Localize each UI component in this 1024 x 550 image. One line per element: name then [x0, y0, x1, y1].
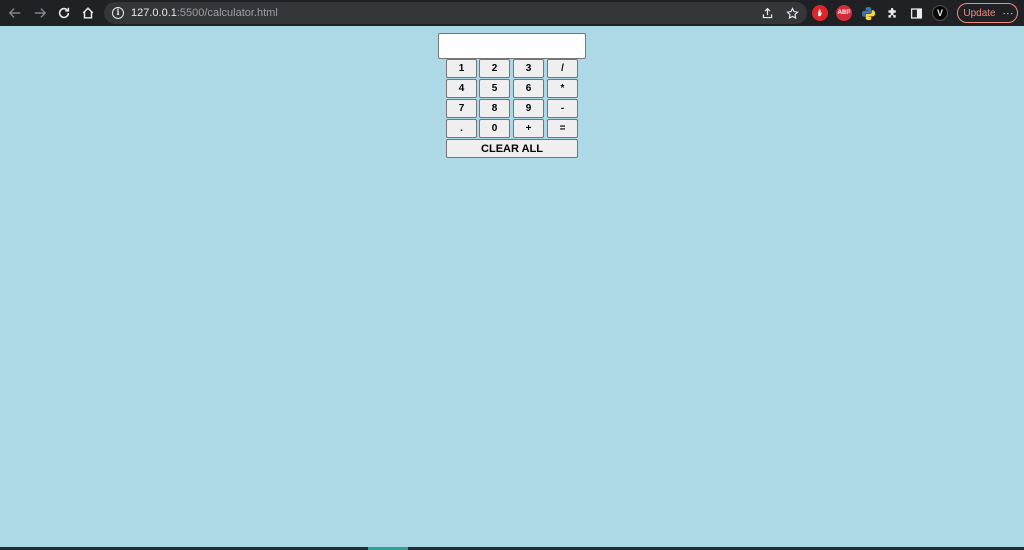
- url-host: 127.0.0.1: [131, 7, 177, 19]
- adblock-plus-icon[interactable]: ABP: [836, 5, 852, 21]
- key-add-button[interactable]: +: [513, 119, 544, 138]
- arrow-left-icon: [8, 8, 21, 18]
- key-decimal-button[interactable]: .: [446, 119, 477, 138]
- puzzle-icon: [887, 7, 896, 18]
- side-panel-glyph: [910, 7, 922, 19]
- key-9-button[interactable]: 9: [513, 99, 544, 118]
- key-8-button[interactable]: 8: [479, 99, 510, 118]
- bookmark-star-icon[interactable]: [786, 6, 799, 20]
- stop-hand-extension-icon[interactable]: [812, 5, 828, 21]
- arrow-right-icon: [34, 8, 47, 18]
- browser-toolbar: i 127.0.0.1:5500/calculator.html ABP V U…: [0, 0, 1024, 26]
- key-0-button[interactable]: 0: [479, 119, 510, 138]
- key-6-button[interactable]: 6: [513, 79, 544, 98]
- side-panel-icon[interactable]: [908, 5, 924, 21]
- extensions-puzzle-icon[interactable]: [884, 5, 900, 21]
- key-2-button[interactable]: 2: [479, 59, 510, 78]
- kebab-menu-icon: ⋮: [1001, 7, 1014, 19]
- key-5-button[interactable]: 5: [479, 79, 510, 98]
- update-button[interactable]: Update ⋮: [957, 3, 1018, 23]
- clear-all-button[interactable]: CLEAR ALL: [446, 139, 578, 158]
- calculator-display[interactable]: [438, 33, 586, 59]
- forward-button[interactable]: [29, 2, 51, 24]
- update-label: Update: [963, 7, 996, 19]
- python-extension-icon[interactable]: [860, 5, 876, 21]
- key-3-button[interactable]: 3: [513, 59, 544, 78]
- extensions-area: ABP V: [812, 3, 948, 23]
- key-divide-button[interactable]: /: [547, 59, 578, 78]
- home-button[interactable]: [77, 2, 99, 24]
- address-bar[interactable]: i 127.0.0.1:5500/calculator.html: [104, 2, 807, 24]
- profile-avatar-icon[interactable]: V: [932, 5, 948, 21]
- key-equals-button[interactable]: =: [547, 119, 578, 138]
- python-logo-icon: [861, 6, 875, 20]
- key-4-button[interactable]: 4: [446, 79, 477, 98]
- hand-icon: [818, 9, 822, 17]
- adblock-plus-label: ABP: [837, 10, 851, 16]
- site-info-icon[interactable]: i: [112, 7, 124, 19]
- reload-button[interactable]: [53, 2, 75, 24]
- home-icon: [82, 7, 94, 19]
- share-icon[interactable]: [761, 7, 774, 20]
- key-7-button[interactable]: 7: [446, 99, 477, 118]
- url-path: :5500/calculator.html: [176, 7, 278, 19]
- key-subtract-button[interactable]: -: [547, 99, 578, 118]
- key-1-button[interactable]: 1: [446, 59, 477, 78]
- back-button[interactable]: [4, 2, 26, 24]
- profile-avatar-letter: V: [936, 8, 943, 18]
- key-multiply-button[interactable]: *: [547, 79, 578, 98]
- reload-icon: [58, 7, 70, 19]
